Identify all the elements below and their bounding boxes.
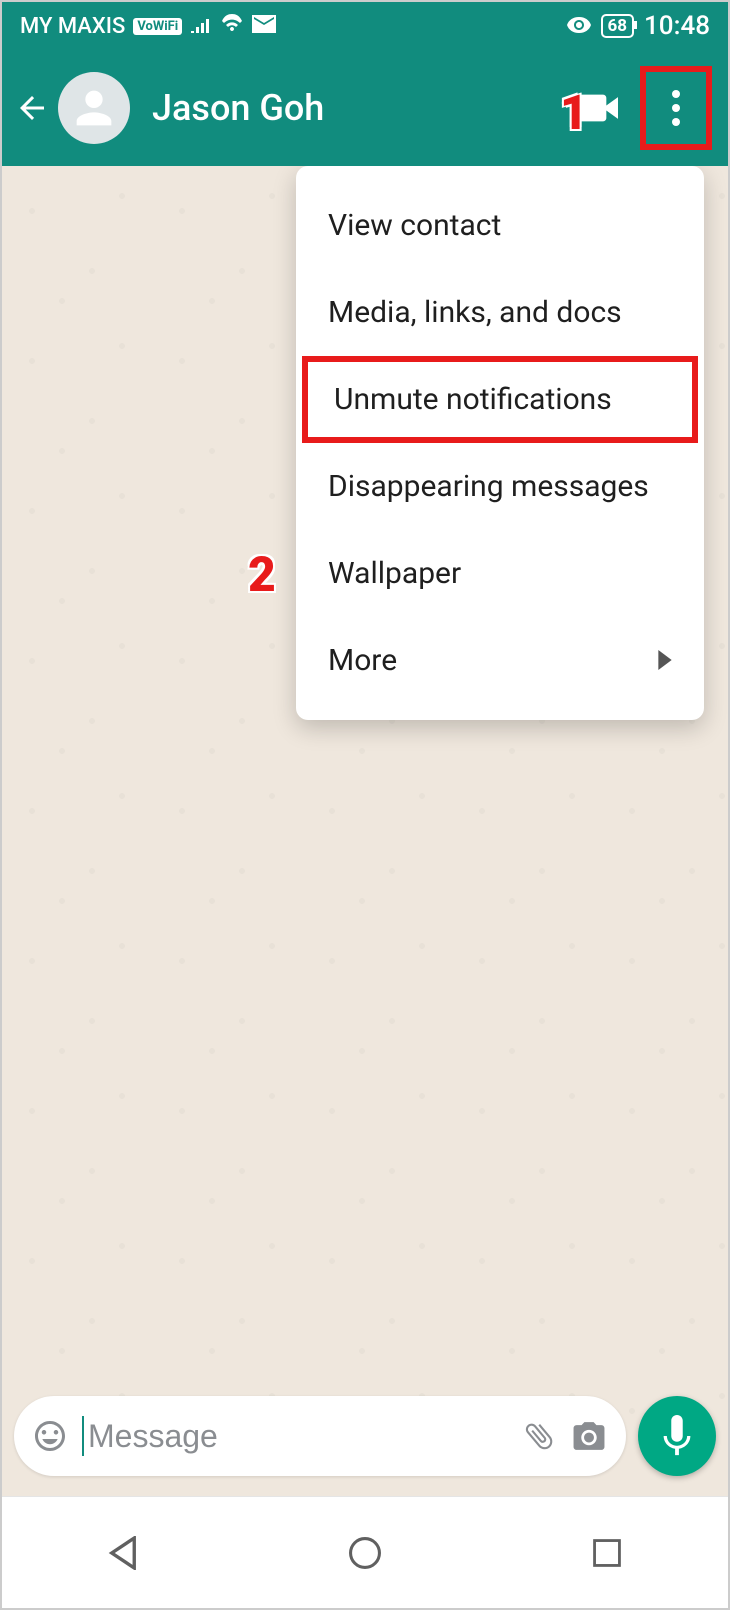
annotation-label-1: 1 [560,84,588,141]
chat-header: Jason Goh [2,50,728,166]
vowifi-badge: VoWiFi [133,18,182,35]
annotation-highlight-1 [640,66,712,150]
status-right: 68 10:48 [567,11,710,41]
emoji-icon[interactable] [32,1418,68,1454]
battery-indicator: 68 [601,14,635,38]
text-cursor [82,1416,84,1456]
mail-icon [252,14,276,39]
menu-item-label: Disappearing messages [328,469,649,504]
signal-icon [190,14,212,39]
chevron-right-icon [658,643,672,678]
menu-wallpaper[interactable]: Wallpaper [296,530,704,617]
carrier-label: MY MAXIS [20,14,125,39]
menu-view-contact[interactable]: View contact [296,182,704,269]
message-input[interactable] [88,1418,508,1455]
time-label: 10:48 [644,11,710,41]
more-options-button[interactable] [652,78,700,138]
options-dropdown: View contact Media, links, and docs Unmu… [296,166,704,720]
nav-recent-button[interactable] [582,1528,632,1578]
wifi-icon [220,13,244,39]
attach-icon[interactable] [522,1417,556,1455]
menu-unmute-notifications[interactable]: Unmute notifications [302,356,698,443]
annotation-label-2: 2 [248,546,276,603]
camera-icon[interactable] [570,1419,608,1453]
menu-media-links-docs[interactable]: Media, links, and docs [296,269,704,356]
menu-item-label: Media, links, and docs [328,295,622,330]
back-button[interactable] [14,90,50,126]
menu-item-label: Wallpaper [328,556,461,591]
eye-icon [567,14,591,39]
chat-body: View contact Media, links, and docs Unmu… [2,166,728,1496]
contact-name[interactable]: Jason Goh [152,87,560,129]
menu-item-label: View contact [328,208,501,243]
status-bar: MY MAXIS VoWiFi 68 10:48 [2,2,728,50]
menu-item-label: More [328,643,397,678]
menu-item-label: Unmute notifications [334,382,612,417]
status-left: MY MAXIS VoWiFi [20,13,276,39]
menu-more[interactable]: More [296,617,704,704]
nav-home-button[interactable] [340,1528,390,1578]
system-nav-bar [2,1496,728,1608]
message-composer [14,1396,716,1476]
voice-message-button[interactable] [638,1396,716,1476]
avatar[interactable] [58,72,130,144]
nav-back-button[interactable] [98,1528,148,1578]
menu-disappearing-messages[interactable]: Disappearing messages [296,443,704,530]
composer-input-box[interactable] [14,1396,626,1476]
